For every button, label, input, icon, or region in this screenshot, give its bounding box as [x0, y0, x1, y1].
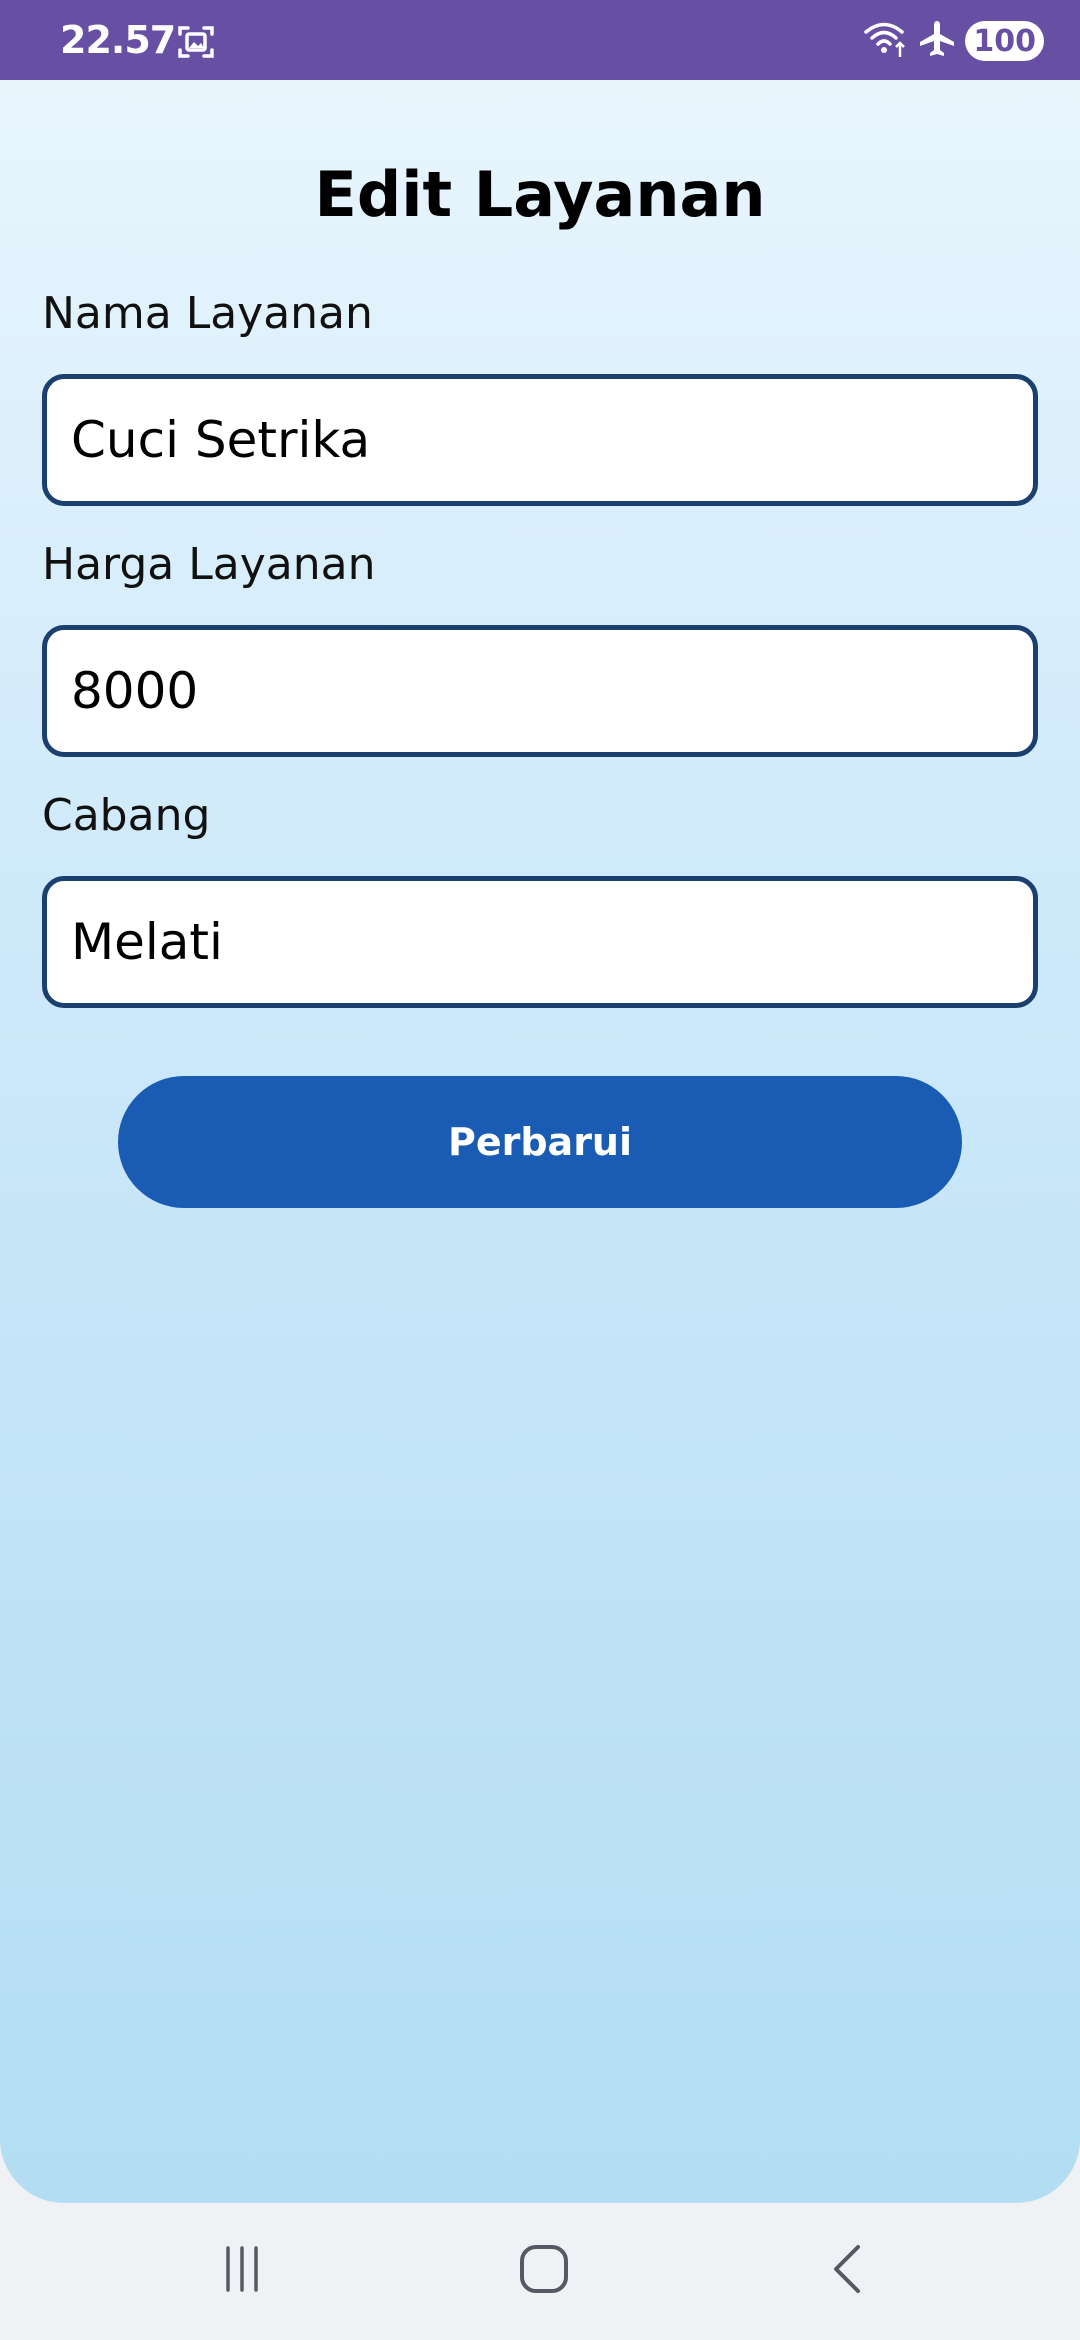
battery-indicator: 100	[965, 21, 1044, 61]
app-content: Edit Layanan Nama Layanan Harga Layanan …	[0, 80, 1080, 2203]
service-price-label: Harga Layanan	[42, 539, 376, 590]
update-button[interactable]: Perbarui	[118, 1076, 962, 1208]
service-name-input[interactable]	[42, 374, 1038, 506]
home-button[interactable]	[474, 2203, 614, 2340]
status-time: 22.57	[60, 18, 176, 62]
screenshot-icon	[176, 22, 216, 62]
airplane-icon	[917, 19, 957, 64]
back-icon	[828, 2243, 868, 2300]
status-icons: 100	[863, 18, 1044, 64]
branch-input[interactable]	[42, 876, 1038, 1008]
back-button[interactable]	[778, 2203, 918, 2340]
status-bar: 22.57 100	[0, 0, 1080, 80]
service-name-label: Nama Layanan	[42, 288, 373, 339]
wifi-icon	[863, 19, 909, 64]
recent-apps-icon	[217, 2244, 267, 2299]
system-nav-bar	[0, 2203, 1080, 2340]
home-icon	[518, 2243, 570, 2300]
branch-label: Cabang	[42, 790, 211, 841]
page-title: Edit Layanan	[314, 158, 766, 231]
recent-apps-button[interactable]	[172, 2203, 312, 2340]
service-price-input[interactable]	[42, 625, 1038, 757]
